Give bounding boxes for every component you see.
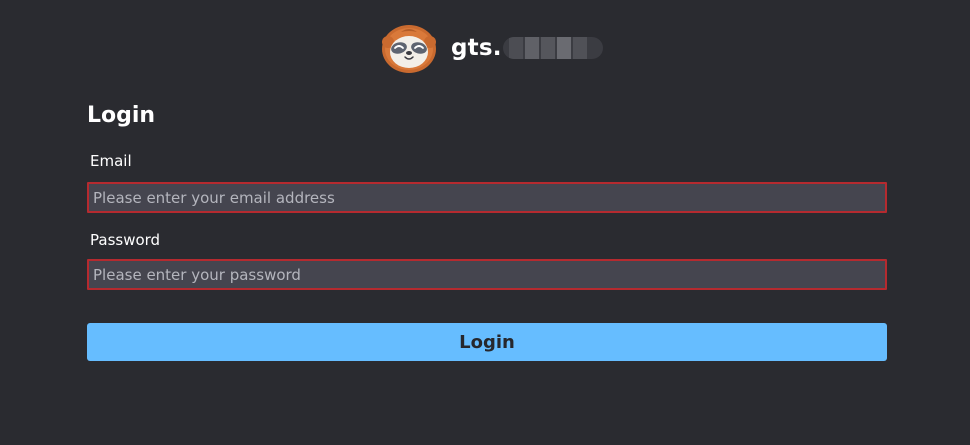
sloth-icon[interactable] [381, 22, 437, 74]
email-field[interactable] [87, 182, 887, 213]
password-label: Password [90, 231, 161, 249]
redacted-text [502, 37, 603, 59]
login-button[interactable]: Login [87, 323, 887, 361]
email-label: Email [90, 152, 132, 170]
login-page: gts. Login Email Password Login [0, 0, 970, 445]
login-form: Login Email Password Login [87, 100, 887, 361]
form-title: Login [87, 103, 156, 128]
password-field[interactable] [87, 259, 887, 290]
site-name: gts. [451, 22, 603, 74]
site-name-text: gts. [451, 35, 502, 61]
site-header: gts. [381, 22, 603, 74]
